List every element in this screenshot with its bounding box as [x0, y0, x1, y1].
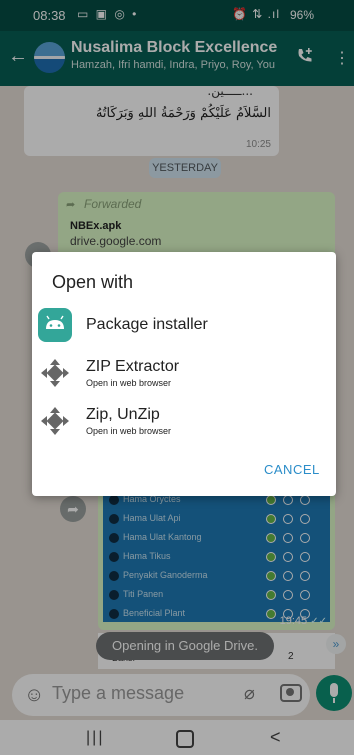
option-zip-extractor[interactable]: ZIP Extractor Open in web browser [32, 350, 336, 398]
cancel-button[interactable]: CANCEL [264, 462, 320, 477]
dialog-title: Open with [52, 272, 134, 292]
option-label: Zip, UnZip [86, 406, 160, 423]
android-icon [38, 308, 72, 342]
option-package-installer[interactable]: Package installer [32, 300, 336, 348]
option-sublabel: Open in web browser [86, 426, 172, 436]
option-sublabel: Open in web browser [86, 378, 172, 388]
open-with-dialog: Open with Package installer ZIP Extracto… [32, 252, 336, 496]
option-label: ZIP Extractor [86, 358, 180, 375]
whatsapp-screen: 08:38 ▭ ▣ ◎ • ⏰ ⇅ .ıl 96% ← Nusalima Blo… [0, 0, 354, 755]
option-zip-unzip[interactable]: Zip, UnZip Open in web browser [32, 398, 336, 446]
move-arrows-icon [41, 359, 69, 387]
option-label: Package installer [86, 316, 208, 333]
move-arrows-icon [41, 407, 69, 435]
